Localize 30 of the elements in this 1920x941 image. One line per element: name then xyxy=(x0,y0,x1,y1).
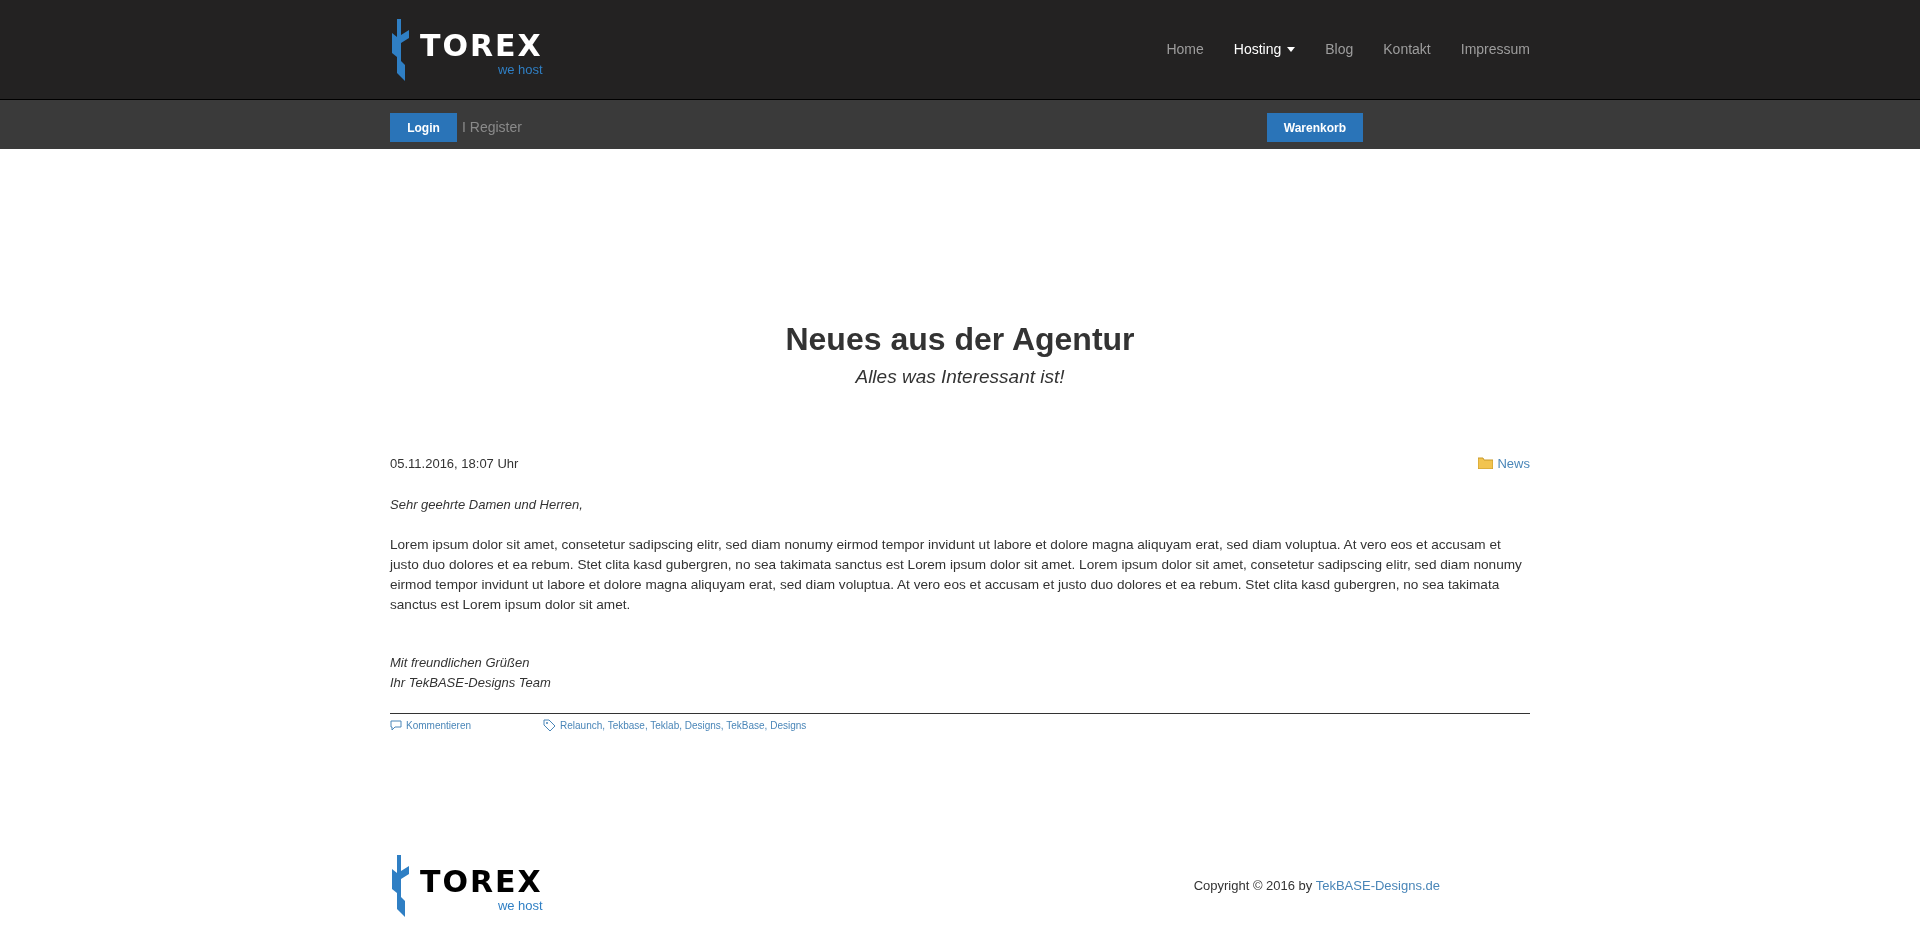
logo-icon xyxy=(390,18,412,81)
greeting-text: Sehr geehrte Damen und Herren, xyxy=(390,496,584,514)
tag-icon xyxy=(543,718,557,732)
nav-link[interactable]: Hosting xyxy=(1233,39,1296,60)
nav-link[interactable]: Home xyxy=(1166,39,1204,60)
logo-tagline: we host xyxy=(497,898,543,912)
logo-tagline: we host xyxy=(497,62,543,76)
logo-text: TOREX xyxy=(420,866,543,897)
folder-icon xyxy=(1478,457,1494,470)
page-title: Neues aus der Agentur xyxy=(784,320,1136,359)
copyright-text: Copyright © 2016 by TekBASE-Designs.de xyxy=(1193,876,1440,895)
closing-line: Ihr TekBASE-Designs Team xyxy=(390,673,552,692)
category-link[interactable]: News xyxy=(1478,453,1530,473)
comments-link[interactable]: Kommentieren xyxy=(390,717,472,733)
page-subtitle: Alles was Interessant ist! xyxy=(854,365,1066,389)
post-body: Lorem ipsum dolor sit amet, consetetur sadipscing elitr, sed diam nonumy eirmod tempor invidunt ut labore et dolore magna aliquyam erat, sed diam voluptua. At vero eos et accusam et justo duo dolores et ea rebum. Stet clita kasd gubergren, no sea takimata sanctus est Lorem ipsum dolor sit amet. Lorem ipsum dolor sit amet, consetetur sadipscing elitr, sed diam nonumy eirmod tempor invidunt ut labore et dolore magna aliquyam erat, sed diam voluptua. At vero eos et accusam et justo duo dolores et ea rebum. Stet clita kasd gubergren, no sea takimata sanctus est Lorem ipsum dolor sit amet. xyxy=(390,535,1523,614)
logo-text: TOREX xyxy=(420,30,543,61)
login-button[interactable]: Login xyxy=(390,113,457,142)
caret-icon xyxy=(1287,47,1296,52)
post-date: 05.11.2016, 18:07 Uhr xyxy=(390,454,519,473)
closing-line: Mit freundlichen Grüßen xyxy=(390,653,531,672)
nav-link[interactable]: Kontakt xyxy=(1383,39,1431,60)
nav-link[interactable]: Impressum xyxy=(1460,39,1530,60)
register-link[interactable]: I Register xyxy=(462,117,522,138)
cart-button[interactable]: Warenkorb xyxy=(1266,113,1363,142)
logo-icon xyxy=(390,854,412,917)
tag-list: Relaunch, Tekbase, Teklab, Designs, TekBase, Designs xyxy=(560,717,807,733)
nav-link[interactable]: Blog xyxy=(1325,39,1354,60)
speech-bubble-icon xyxy=(390,719,402,731)
footer-link[interactable]: TekBASE-Designs.de xyxy=(1315,877,1440,893)
